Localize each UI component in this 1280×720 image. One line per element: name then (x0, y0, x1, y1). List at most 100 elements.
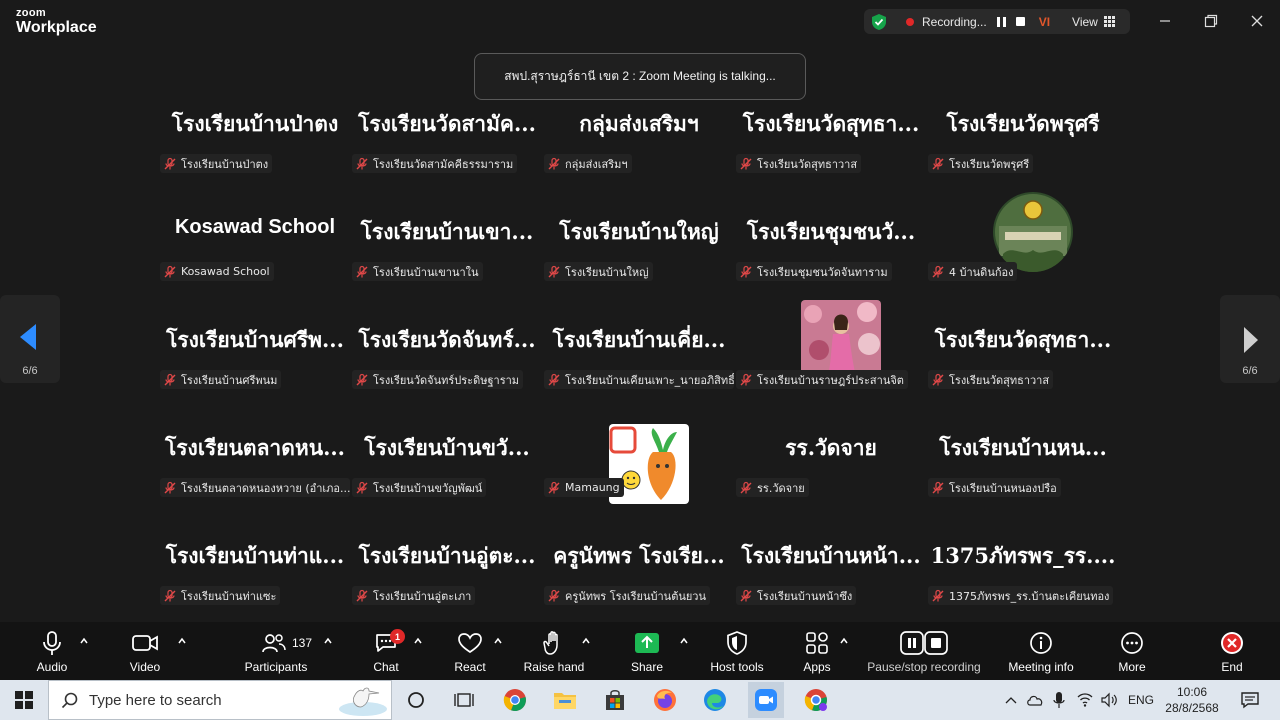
participant-tile[interactable]: โรงเรียนบ้านหน... โรงเรียนบ้านหนองปรือ (928, 430, 1118, 526)
host-initials[interactable]: VI (1039, 15, 1050, 29)
participants-icon (259, 630, 289, 656)
participant-tile[interactable]: 4 บ้านดินก้อง (928, 192, 1118, 310)
participant-tile[interactable]: กลุ่มส่งเสริมฯ กลุ่มส่งเสริมฯ (544, 106, 734, 202)
next-page-button[interactable]: 6/6 (1220, 295, 1280, 383)
close-window-button[interactable] (1244, 10, 1270, 32)
chrome-profile-taskbar-button[interactable] (802, 686, 830, 714)
raise-hand-button[interactable]: Raise hand (520, 622, 588, 680)
participant-tile[interactable]: โรงเรียนชุมชนวั... โรงเรียนชุมชนวัดจันทาร… (736, 214, 926, 310)
gallery-grid-icon[interactable] (1103, 16, 1115, 27)
meeting-info-button[interactable]: Meeting info (1000, 622, 1082, 680)
page-indicator-right: 6/6 (1242, 365, 1258, 377)
participant-tile[interactable]: โรงเรียนวัดพรุศรี โรงเรียนวัดพรุศรี (928, 106, 1118, 202)
chrome-taskbar-button[interactable] (501, 686, 529, 714)
participant-display-name: โรงเรียนบ้านท่าแ... (165, 543, 345, 568)
wifi-tray-button[interactable] (1074, 686, 1096, 714)
participant-display-name: โรงเรียนบ้านใหญ่ (559, 219, 719, 244)
show-hidden-icons-button[interactable] (1000, 686, 1022, 714)
taskbar-search-box[interactable]: Type here to search (48, 680, 392, 720)
participant-display-name: โรงเรียนวัดสุทธา... (934, 327, 1112, 352)
edge-icon (704, 689, 726, 711)
task-view-button[interactable] (450, 686, 478, 714)
participant-name-label: โรงเรียนชุมชนวัดจันทาราม (736, 262, 892, 281)
volume-tray-button[interactable] (1098, 686, 1120, 714)
muted-microphone-icon (932, 589, 944, 601)
participant-name-label: โรงเรียนบ้านหน้าซึง (736, 586, 857, 605)
participant-tile[interactable]: โรงเรียนบ้านราษฎร์ประสานจิต (736, 300, 926, 418)
folder-icon (554, 693, 576, 709)
participant-tile[interactable]: โรงเรียนบ้านเขา... โรงเรียนบ้านเขานาใน (352, 214, 542, 310)
store-taskbar-button[interactable] (601, 686, 629, 714)
participant-display-name: โรงเรียนบ้านเคี่ย... (552, 327, 726, 352)
zoom-taskbar-button[interactable] (748, 682, 784, 718)
more-button[interactable]: More (1102, 622, 1162, 680)
participant-tile[interactable]: โรงเรียนบ้านท่าแ... โรงเรียนบ้านท่าแซะ (160, 538, 350, 634)
participant-tile[interactable]: โรงเรียนบ้านใหญ่ โรงเรียนบ้านใหญ่ (544, 214, 734, 310)
audio-options-caret-icon[interactable] (79, 636, 89, 646)
participant-tile[interactable]: โรงเรียนวัดจันทร์... โรงเรียนวัดจันทร์ประ… (352, 322, 542, 418)
cortana-button[interactable] (402, 686, 430, 714)
firefox-taskbar-button[interactable] (651, 686, 679, 714)
previous-page-button[interactable]: 6/6 (0, 295, 60, 383)
restore-button[interactable] (1198, 10, 1224, 32)
participant-tile[interactable]: โรงเรียนวัดสุทธา... โรงเรียนวัดสุทธาวาส (928, 322, 1118, 418)
edge-taskbar-button[interactable] (701, 686, 729, 714)
participant-tile[interactable]: โรงเรียนตลาดหน... โรงเรียนตลาดหนองหวาย (อ… (160, 430, 350, 526)
participant-name-text: โรงเรียนบ้านเขานาใน (373, 265, 479, 279)
raise-hand-options-caret-icon[interactable] (581, 636, 591, 646)
participant-tile[interactable]: ครูนัทพร โรงเรีย... ครูนัทพร โรงเรียนบ้าน… (544, 538, 734, 634)
participant-name-text: โรงเรียนบ้านหนองปรือ (949, 481, 1057, 495)
taskbar-clock[interactable]: 10:06 28/8/2568 (1162, 684, 1222, 716)
participant-tile[interactable]: โรงเรียนวัดสุทธา... โรงเรียนวัดสุทธาวาส (736, 106, 926, 202)
stop-recording-icon[interactable] (1015, 17, 1025, 26)
muted-microphone-icon (740, 373, 752, 385)
view-button[interactable]: View (1072, 15, 1098, 29)
pause-recording-icon[interactable] (996, 16, 1006, 27)
encryption-shield-icon[interactable] (870, 13, 888, 31)
participant-tile[interactable]: โรงเรียนบ้านขวั... โรงเรียนบ้านขวัญพัฒน์ (352, 430, 542, 526)
participants-label: Participants (244, 660, 308, 674)
share-options-caret-icon[interactable] (679, 636, 689, 646)
video-button[interactable]: Video (115, 622, 175, 680)
apps-button[interactable]: Apps (787, 622, 847, 680)
notification-center-button[interactable] (1236, 686, 1264, 714)
participants-button[interactable]: Participants (240, 622, 312, 680)
participant-tile[interactable]: โรงเรียนบ้านหน้า... โรงเรียนบ้านหน้าซึง (736, 538, 926, 634)
start-button[interactable] (10, 686, 38, 714)
participant-tile[interactable]: โรงเรียนวัดสามัค... โรงเรียนวัดสามัคคีธรร… (352, 106, 542, 202)
participant-tile[interactable]: Mamaung (544, 424, 734, 526)
pause-stop-recording-button[interactable]: Pause/stop recording (862, 622, 986, 680)
minimize-button[interactable] (1152, 10, 1178, 32)
chat-button[interactable]: Chat (356, 622, 416, 680)
participant-tile[interactable]: โรงเรียนบ้านอู่ตะ... โรงเรียนบ้านอู่ตะเภา (352, 538, 542, 634)
participant-tile[interactable]: โรงเรียนบ้านศรีพ... โรงเรียนบ้านศรีพนม (160, 322, 350, 418)
share-button[interactable]: Share (617, 622, 677, 680)
participant-tile[interactable]: โรงเรียนบ้านป่าตง โรงเรียนบ้านป่าตง (160, 106, 350, 202)
react-options-caret-icon[interactable] (493, 636, 503, 646)
participants-count: 137 (292, 636, 313, 650)
file-explorer-taskbar-button[interactable] (551, 686, 579, 714)
apps-options-caret-icon[interactable] (839, 636, 849, 646)
participant-name-text: โรงเรียนตลาดหนองหวาย (อำเภอ... (181, 481, 350, 495)
host-tools-button[interactable]: Host tools (702, 622, 772, 680)
participant-name-label: Mamaung (544, 478, 624, 497)
restore-icon (1204, 14, 1218, 28)
react-button[interactable]: React (440, 622, 500, 680)
participant-tile[interactable]: Kosawad School Kosawad School (160, 214, 350, 310)
more-label: More (1118, 660, 1146, 674)
end-meeting-button[interactable]: End (1202, 622, 1262, 680)
microphone-tray-button[interactable] (1048, 686, 1070, 714)
participant-tile[interactable]: รร.วัดจาย รร.วัดจาย (736, 430, 926, 526)
participant-name-text: 1375ภัทรพร_รร.บ้านตะเคียนทอง (949, 589, 1110, 603)
audio-button[interactable]: Audio (22, 622, 82, 680)
participants-options-caret-icon[interactable] (323, 636, 333, 646)
video-options-caret-icon[interactable] (177, 636, 187, 646)
onedrive-tray-button[interactable] (1024, 686, 1046, 714)
participant-display-name: โรงเรียนวัดสุทธา... (742, 111, 920, 136)
chat-options-caret-icon[interactable] (413, 636, 423, 646)
input-language-indicator[interactable]: ENG (1128, 693, 1154, 707)
participant-name-text: โรงเรียนวัดสุทธาวาส (757, 157, 858, 171)
participant-tile[interactable]: 1375ภัทรพร_รร.... 1375ภัทรพร_รร.บ้านตะเคี… (928, 538, 1118, 634)
muted-microphone-icon (548, 157, 560, 169)
participant-tile[interactable]: โรงเรียนบ้านเคี่ย... โรงเรียนบ้านเคียนเพา… (544, 322, 734, 418)
